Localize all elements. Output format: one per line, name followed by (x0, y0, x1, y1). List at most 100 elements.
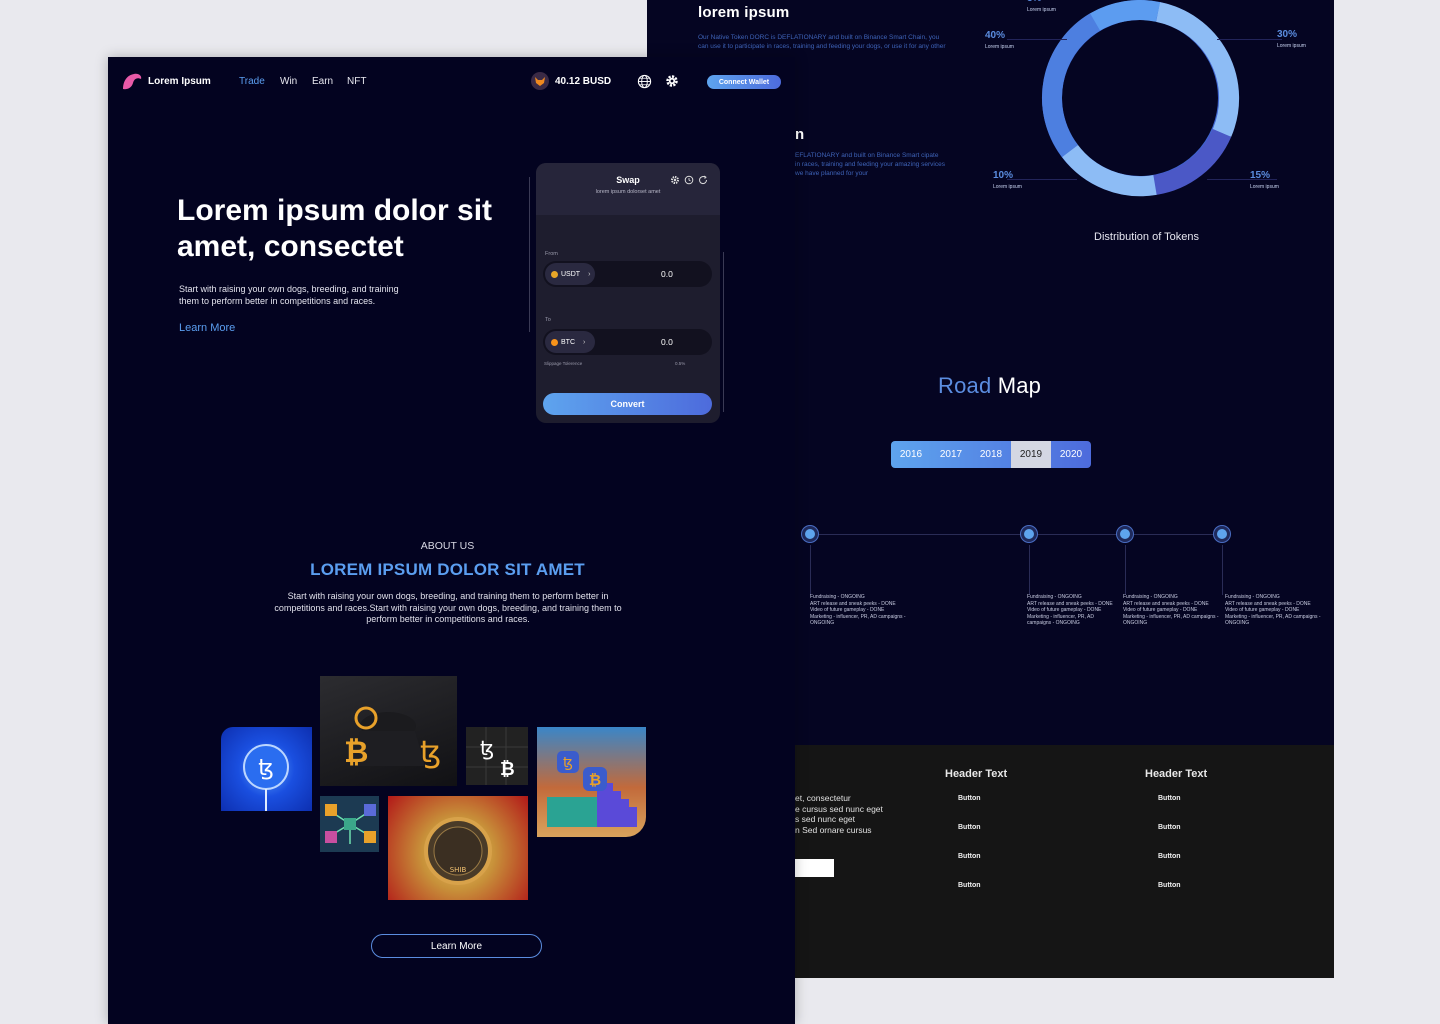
footer-column: Header Text Button Button Button Button (1145, 768, 1265, 911)
connect-wallet-button[interactable]: Connect Wallet (707, 75, 781, 89)
blockchain-network-image (320, 796, 379, 852)
donut-leader-line (1007, 39, 1067, 40)
refresh-icon[interactable] (698, 175, 708, 185)
info-block: n EFLATIONARY and built on Binance Smart… (795, 126, 945, 179)
convert-button[interactable]: Convert (543, 393, 712, 415)
swap-header: Swap lorem ipsum dolorset amet (536, 163, 720, 215)
gear-icon[interactable] (664, 73, 680, 89)
footer-link[interactable]: Button (1145, 853, 1265, 882)
about-text: Start with raising your own dogs, breedi… (274, 591, 622, 624)
info-title: lorem ipsum (698, 4, 790, 21)
footer-link[interactable]: Button (945, 824, 1065, 853)
timeline-event: Fundraising - ONGOING ART release and sn… (1123, 594, 1219, 627)
gear-icon[interactable] (670, 175, 680, 185)
footer-link[interactable]: Button (945, 853, 1065, 882)
tab-year-2018[interactable]: 2018 (971, 441, 1011, 468)
tab-year-2016[interactable]: 2016 (891, 441, 931, 468)
footer-link[interactable]: Button (1145, 882, 1265, 911)
distribution-title: Distribution of Tokens (1094, 231, 1199, 243)
tab-year-2019[interactable]: 2019 (1011, 441, 1051, 468)
from-amount[interactable]: 0.0 (661, 269, 673, 279)
newsletter-email-input[interactable] (795, 859, 834, 877)
from-token-select[interactable]: USDT › (545, 263, 595, 285)
bitcoin-tezos-3d-image: ₿ ꜩ (320, 676, 457, 786)
brand-name: Lorem Ipsum (148, 76, 211, 87)
timeline-node[interactable] (1214, 526, 1230, 542)
to-label: To (545, 317, 551, 323)
nav-link-earn[interactable]: Earn (312, 76, 333, 87)
footer-header: Header Text (945, 768, 1008, 780)
swap-widget: Swap lorem ipsum dolorset amet From USDT… (536, 163, 720, 423)
donut-slice-15 (1153, 128, 1232, 195)
history-icon[interactable] (684, 175, 694, 185)
from-label: From (545, 251, 558, 257)
svg-text:ꜩ: ꜩ (258, 756, 274, 781)
usdt-icon (551, 270, 558, 278)
timeline-event: Fundraising - ONGOING ART release and sn… (1225, 594, 1321, 627)
hero-subtitle: Start with raising your own dogs, breedi… (179, 284, 399, 306)
footer-link[interactable]: Button (945, 882, 1065, 911)
footer-column: Header Text Button Button Button Button (945, 768, 1065, 911)
divider (529, 177, 530, 332)
info-block: lorem ipsum Our Native Token DORC is DEF… (698, 4, 948, 51)
timeline-stem (1029, 545, 1030, 595)
donut-label: 10% Lorem ipsum (993, 170, 1022, 191)
crypto-puzzle-image: ꜩ ₿ (466, 727, 528, 785)
timeline-node[interactable] (1021, 526, 1037, 542)
to-field[interactable]: BTC › 0.0 (543, 329, 712, 355)
nav-link-win[interactable]: Win (280, 76, 297, 87)
from-field[interactable]: USDT › 0.0 (543, 261, 712, 287)
tab-year-2017[interactable]: 2017 (931, 441, 971, 468)
timeline-node[interactable] (1117, 526, 1133, 542)
info-text: EFLATIONARY and built on Binance Smart c… (795, 152, 945, 177)
globe-icon[interactable] (637, 74, 652, 89)
donut-slice-10 (1062, 144, 1157, 197)
info-text: Our Native Token DORC is DEFLATIONARY an… (698, 34, 946, 50)
timeline-event: Fundraising - ONGOING ART release and sn… (1027, 594, 1113, 627)
footer-header: Header Text (1145, 768, 1208, 780)
footer-link[interactable]: Button (1145, 795, 1265, 824)
top-nav: Lorem Ipsum Trade Win Earn NFT 40.12 BUS… (108, 57, 795, 107)
timeline-stem (1222, 545, 1223, 595)
donut-slice-40 (1042, 13, 1101, 158)
year-tabs: 2016 2017 2018 2019 2020 (891, 441, 1091, 468)
timeline-stem (1125, 545, 1126, 595)
timeline-node[interactable] (802, 526, 818, 542)
slippage-label: Slippage Tolerence (544, 361, 583, 366)
donut-leader-line (1217, 39, 1282, 40)
footer-about-text: et, consectetur e cursus sed nunc eget s… (795, 793, 883, 835)
svg-text:₿: ₿ (589, 771, 601, 789)
landing-page: Lorem Ipsum Trade Win Earn NFT 40.12 BUS… (108, 57, 795, 1024)
hero-title: Lorem ipsum dolor sit amet, consectet (177, 194, 493, 263)
nav-link-trade[interactable]: Trade (239, 76, 265, 87)
nav-link-nft[interactable]: NFT (347, 76, 366, 87)
info-title: n (795, 126, 805, 143)
fox-coin-icon (531, 72, 549, 90)
donut-label: 5%Lorem ipsum (1027, 0, 1056, 13)
svg-text:₿: ₿ (344, 735, 368, 770)
to-token-select[interactable]: BTC › (545, 331, 595, 353)
svg-text:SHIB: SHIB (450, 866, 467, 874)
about-learn-more-button[interactable]: Learn More (371, 934, 542, 958)
to-amount[interactable]: 0.0 (661, 337, 673, 347)
hero-learn-more-link[interactable]: Learn More (179, 322, 235, 334)
tezos-coin-image: ꜩ (221, 727, 312, 811)
about-title: LOREM IPSUM DOLOR SIT AMET (310, 560, 585, 579)
svg-text:ꜩ: ꜩ (480, 736, 494, 760)
chevron-right-icon: › (588, 270, 591, 278)
btc-icon (551, 338, 558, 346)
logo-icon (123, 73, 142, 90)
crypto-stairs-image: ꜩ ₿ (537, 727, 646, 837)
tab-year-2020[interactable]: 2020 (1051, 441, 1091, 468)
swap-actions (670, 175, 708, 185)
svg-text:ꜩ: ꜩ (420, 735, 441, 770)
footer-link[interactable]: Button (1145, 824, 1265, 853)
chevron-right-icon: › (583, 338, 586, 346)
footer-link[interactable]: Button (945, 795, 1065, 824)
donut-label: 40% Lorem ipsum (985, 30, 1014, 51)
footer: et, consectetur e cursus sed nunc eget s… (795, 745, 1334, 978)
donut-slice-5 (1089, 0, 1161, 31)
donut-label: 15% Lorem ipsum (1250, 170, 1279, 191)
slippage-value: 0.5% (675, 361, 686, 366)
roadmap-title: Road Map (938, 373, 1042, 398)
